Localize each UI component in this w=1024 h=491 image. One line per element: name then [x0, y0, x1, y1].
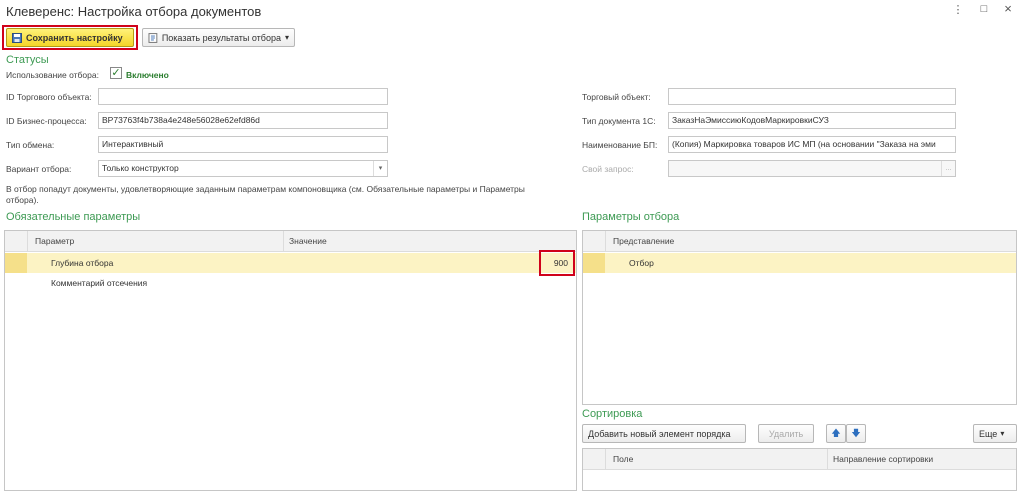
exchange-type-label: Тип обмена: [6, 140, 55, 150]
table-header: Поле Направление сортировки [583, 449, 1016, 470]
value-highlight [539, 250, 575, 276]
usage-label: Использование отбора: [6, 70, 99, 80]
custom-query-label: Свой запрос: [582, 164, 634, 174]
table-row[interactable]: Глубина отбора 900 [5, 253, 576, 273]
more-menu-icon[interactable]: ⋮ [950, 3, 966, 16]
required-params-title: Обязательные параметры [6, 211, 141, 223]
table-header: Представление [583, 231, 1016, 252]
table-row[interactable]: Отбор [583, 253, 1016, 273]
delete-button[interactable]: Удалить [758, 424, 814, 443]
info-text-line1: В отбор попадут документы, удовлетворяющ… [6, 184, 525, 194]
chevron-down-icon: ▾ [1000, 429, 1005, 438]
filter-params-table[interactable]: Представление Отбор [582, 230, 1017, 405]
save-settings-label: Сохранить настройку [26, 32, 123, 43]
trade-object-id-label: ID Торгового объекта: [6, 92, 92, 102]
restore-window-icon[interactable]: □ [976, 3, 992, 15]
table-header: Параметр Значение [5, 231, 576, 252]
close-window-icon[interactable]: × [1000, 1, 1016, 16]
browse-button[interactable]: ... [941, 161, 955, 176]
more-button[interactable]: Еще ▾ [973, 424, 1017, 443]
add-order-element-button[interactable]: Добавить новый элемент порядка [582, 424, 746, 443]
filter-params-title: Параметры отбора [582, 211, 680, 223]
chevron-down-icon: ▾ [284, 33, 289, 42]
floppy-disk-icon [12, 32, 22, 43]
row-marker [583, 253, 605, 273]
chevron-down-icon[interactable]: ▾ [373, 161, 387, 176]
usage-value: Включено [126, 70, 169, 80]
column-header-sort-direction[interactable]: Направление сортировки [833, 454, 933, 464]
row-marker [5, 253, 27, 273]
custom-query-field[interactable]: ... [668, 160, 956, 177]
report-icon [148, 32, 158, 43]
usage-checkbox[interactable]: ✓ [110, 67, 122, 79]
param-name: Комментарий отсечения [51, 278, 148, 288]
trade-object-id-field[interactable] [98, 88, 388, 105]
column-header-value[interactable]: Значение [289, 236, 327, 246]
column-header-parameter[interactable]: Параметр [35, 236, 74, 246]
move-up-icon[interactable]: 🡅 [826, 424, 846, 443]
trade-object-label: Торговый объект: [582, 92, 651, 102]
filter-variant-select[interactable]: Только конструктор ▾ [98, 160, 388, 177]
filter-variant-value: Только конструктор [102, 163, 179, 173]
doc-type-label: Тип документа 1С: [582, 116, 656, 126]
show-results-button[interactable]: Показать результаты отбора ▾ [142, 28, 295, 47]
more-label: Еще [979, 428, 998, 439]
table-row[interactable]: Комментарий отсечения [5, 273, 576, 293]
business-process-id-label: ID Бизнес-процесса: [6, 116, 87, 126]
filter-name: Отбор [629, 258, 654, 268]
window-title: Клеверенс: Настройка отбора документов [6, 4, 262, 19]
required-params-table[interactable]: Параметр Значение Глубина отбора 900 Ком… [4, 230, 577, 491]
info-text-line2: отбора). [6, 195, 39, 205]
column-header-field[interactable]: Поле [613, 454, 633, 464]
show-results-label: Показать результаты отбора [161, 32, 281, 43]
bp-name-label: Наименование БП: [582, 140, 658, 150]
filter-variant-label: Вариант отбора: [6, 164, 72, 174]
sorting-title: Сортировка [582, 408, 643, 420]
statuses-section-title: Статусы [6, 54, 49, 66]
save-settings-button[interactable]: Сохранить настройку [6, 28, 134, 47]
move-down-icon[interactable]: 🡇 [846, 424, 866, 443]
business-process-id-field[interactable]: BP73763f4b738a4e248e56028e62efd86d [98, 112, 388, 129]
trade-object-field[interactable] [668, 88, 956, 105]
bp-name-field[interactable]: (Копия) Маркировка товаров ИС МП (на осн… [668, 136, 956, 153]
column-header-representation[interactable]: Представление [613, 236, 674, 246]
exchange-type-field[interactable]: Интерактивный [98, 136, 388, 153]
param-name: Глубина отбора [51, 258, 114, 268]
doc-type-field[interactable]: ЗаказНаЭмиссиюКодовМаркировкиСУЗ [668, 112, 956, 129]
sorting-table[interactable]: Поле Направление сортировки [582, 448, 1017, 491]
